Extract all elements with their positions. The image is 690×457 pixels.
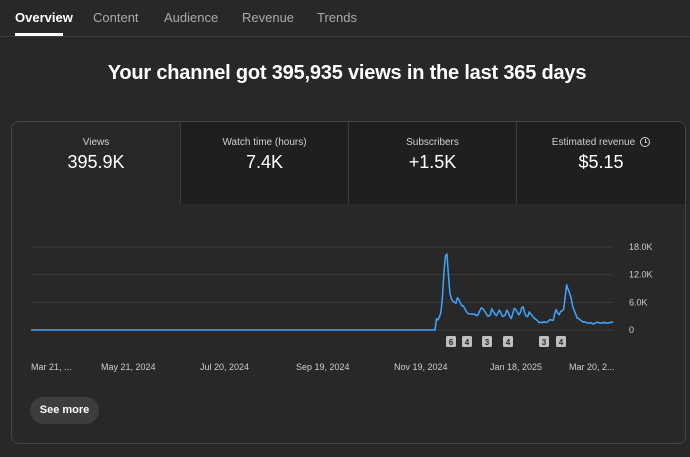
tab-audience[interactable]: Audience [164, 10, 218, 25]
x-tick-label: Jul 20, 2024 [200, 362, 249, 372]
y-tick-label: 12.0K [629, 270, 653, 280]
x-tick-label: Nov 19, 2024 [394, 362, 448, 372]
tab-overview[interactable]: Overview [15, 10, 73, 25]
event-marker-label: 4 [506, 338, 511, 347]
tab-content[interactable]: Content [93, 10, 139, 25]
tab-bar: Overview Content Audience Revenue Trends [0, 0, 690, 37]
tab-revenue[interactable]: Revenue [242, 10, 294, 25]
y-tick-label: 0 [629, 325, 634, 335]
event-marker-label: 6 [449, 338, 454, 347]
views-line-chart: 18.0K 12.0K 6.0K 0 Mar 21, ... May 21, 2024 Ju… [31, 242, 653, 372]
x-tick-label: Mar 20, 2... [569, 362, 615, 372]
x-tick-label: Jan 18, 2025 [490, 362, 542, 372]
y-tick-label: 18.0K [629, 242, 653, 252]
active-tab-indicator [15, 33, 63, 36]
event-marker-label: 3 [485, 338, 490, 347]
see-more-button[interactable]: See more [30, 397, 99, 424]
overview-card: Views 395.9K Watch time (hours) 7.4K Sub… [11, 121, 686, 444]
x-tick-label: May 21, 2024 [101, 362, 156, 372]
event-marker-label: 4 [559, 338, 564, 347]
event-marker-label: 4 [465, 338, 470, 347]
series-line [31, 253, 614, 331]
x-tick-label: Mar 21, ... [31, 362, 72, 372]
event-marker-label: 3 [542, 338, 547, 347]
y-tick-label: 6.0K [629, 297, 648, 307]
page-headline: Your channel got 395,935 views in the la… [107, 62, 587, 84]
x-tick-label: Sep 19, 2024 [296, 362, 350, 372]
tab-trends[interactable]: Trends [317, 10, 357, 25]
